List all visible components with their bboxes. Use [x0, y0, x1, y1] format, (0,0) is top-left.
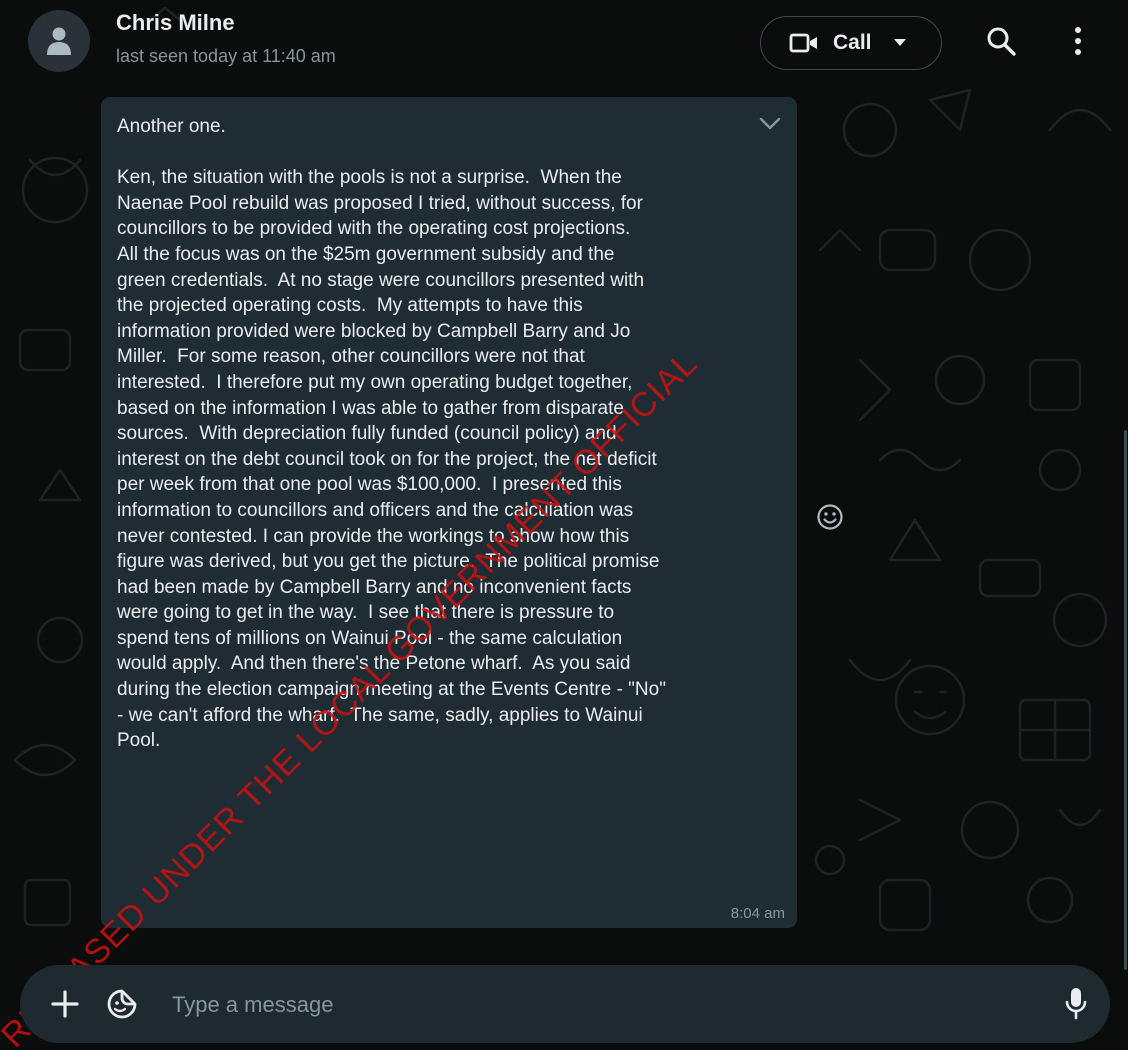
message-menu-button[interactable]: [759, 117, 781, 136]
person-icon: [47, 27, 71, 55]
attach-button[interactable]: [50, 989, 80, 1024]
chat-header: Chris Milne last seen today at 11:40 am …: [0, 0, 1128, 92]
sticker-button[interactable]: [106, 988, 138, 1025]
message-input[interactable]: [170, 983, 1034, 1027]
search-button[interactable]: [986, 26, 1016, 56]
search-icon: [987, 27, 1016, 56]
call-options-dropdown[interactable]: [893, 39, 906, 47]
message-timestamp: 8:04 am: [730, 905, 785, 922]
menu-button[interactable]: [1068, 26, 1088, 56]
message-text: Another one. Ken, the situation with the…: [117, 116, 666, 752]
avatar[interactable]: [28, 10, 90, 72]
last-seen-status: last seen today at 11:40 am: [116, 46, 336, 66]
kebab-menu-icon: [1075, 27, 1081, 55]
message-composer: [20, 965, 1110, 1043]
call-button[interactable]: Call: [760, 16, 942, 70]
microphone-icon: [1065, 988, 1087, 1020]
call-label: Call: [833, 31, 872, 54]
chat-scrollbar[interactable]: [1124, 430, 1127, 970]
caret-down-icon: [893, 39, 906, 46]
chat-window: Chris Milne last seen today at 11:40 am …: [0, 0, 1128, 1050]
voice-message-button[interactable]: [1064, 986, 1088, 1027]
contact-name[interactable]: Chris Milne: [116, 10, 235, 36]
message-bubble[interactable]: Another one. Ken, the situation with the…: [101, 97, 797, 928]
react-button[interactable]: [816, 503, 844, 536]
sticker-icon: [107, 989, 137, 1019]
plus-icon: [51, 990, 79, 1018]
video-camera-icon: [789, 33, 817, 53]
chevron-down-icon: [759, 117, 781, 130]
smiley-icon: [817, 504, 843, 530]
